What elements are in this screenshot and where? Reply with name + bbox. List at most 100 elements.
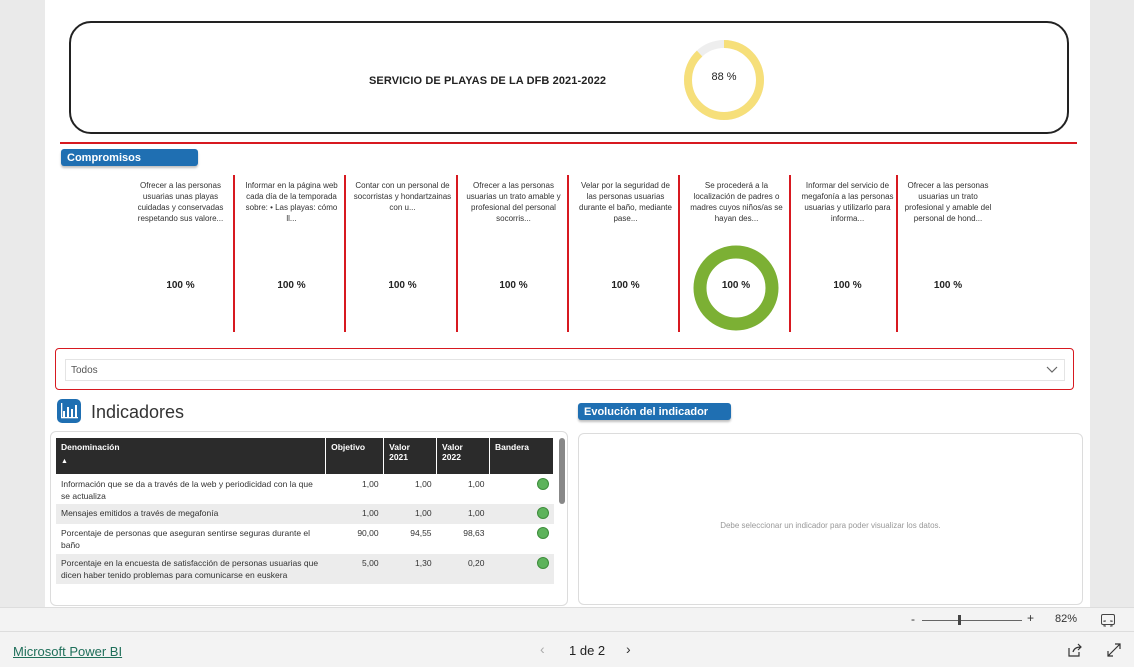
compromiso-separator (233, 175, 235, 332)
cell-objetivo: 1,00 (362, 479, 379, 489)
zoom-slider-thumb[interactable] (957, 615, 961, 625)
cell-valor-2021: 1,00 (383, 504, 437, 524)
compromiso-card[interactable]: Velar por la seguridad de las personas u… (570, 170, 681, 330)
cell-objetivo: 90,00 (357, 528, 379, 538)
column-header-label: 2021 (389, 452, 409, 462)
compromiso-card[interactable]: Informar del servicio de megafonía a las… (792, 170, 903, 330)
compromiso-card[interactable]: Ofrecer a las personas usuarias unas pla… (125, 170, 236, 330)
column-header-label: Objetivo (331, 442, 366, 452)
empty-state-message: Debe seleccionar un indicador para poder… (720, 521, 941, 530)
column-header-valor-2022[interactable]: Valor 2022 (436, 438, 490, 474)
indicadores-title: Indicadores (91, 402, 185, 422)
previous-page-button[interactable]: ‹ (540, 641, 545, 657)
indicadores-table: Denominación ▲ Objetivo Valor 2021 Valor… (56, 438, 554, 584)
power-bi-link[interactable]: Microsoft Power BI (13, 644, 122, 659)
fit-to-page-icon[interactable] (1101, 614, 1115, 627)
share-icon[interactable] (1067, 642, 1083, 658)
column-header-objetivo[interactable]: Objetivo (325, 438, 385, 474)
service-title: SERVICIO DE PLAYAS DE LA DFB 2021-2022 (369, 75, 607, 87)
status-flag-green (536, 478, 549, 490)
table-header-row: Denominación ▲ Objetivo Valor 2021 Valor… (56, 438, 554, 474)
column-header-label: Bandera (495, 442, 530, 452)
sort-ascending-icon[interactable]: ▲ (61, 458, 320, 465)
compromiso-text: Ofrecer a las personas usuarias un trato… (466, 181, 561, 223)
compromiso-value: 100 % (499, 280, 528, 291)
compromiso-card[interactable]: Informar en la página web cada día de la… (236, 170, 347, 330)
compromiso-text: Velar por la seguridad de las personas u… (579, 181, 672, 223)
zoom-in-button[interactable]: + (1027, 611, 1034, 625)
cell-valor-2021: 94,55 (410, 528, 432, 538)
canvas-gutter (1090, 0, 1134, 607)
table-row[interactable]: Porcentaje en la encuesta de satisfacció… (56, 554, 554, 584)
compromiso-value: 100 % (833, 280, 862, 291)
compromiso-value: 100 % (166, 280, 195, 291)
compromiso-text: Informar del servicio de megafonía a las… (801, 181, 894, 223)
zoom-slider-track[interactable] (922, 620, 1022, 621)
table-row[interactable]: Porcentaje de personas que aseguran sent… (56, 524, 554, 554)
cell-valor-2022: 0,20 (436, 554, 490, 584)
table-row[interactable]: Información que se da a través de la web… (56, 474, 554, 504)
compromiso-value: 100 % (933, 280, 963, 291)
compromiso-value: 100 % (277, 280, 306, 291)
cell-objetivo: 1,00 (325, 504, 384, 524)
compromiso-text: Ofrecer a las personas usuarias un trato… (904, 181, 992, 223)
status-flag-green (536, 557, 549, 569)
compromiso-value: 100 % (388, 280, 417, 291)
compromiso-card[interactable]: Ofrecer a las personas usuarias un trato… (898, 170, 1009, 330)
chevron-down-icon[interactable] (1046, 363, 1058, 378)
report-canvas: SERVICIO DE PLAYAS DE LA DFB 2021-2022 8… (45, 0, 1090, 607)
compromiso-value: 100 % (721, 280, 751, 291)
filter-slicer: Todos (55, 348, 1074, 390)
cell-valor-2021: 1,00 (415, 479, 432, 489)
table-row[interactable]: Mensajes emitidos a través de megafonía … (56, 504, 554, 524)
next-page-button[interactable]: › (626, 641, 631, 657)
cell-bandera (489, 504, 554, 524)
column-header-label: 2022 (442, 452, 461, 462)
cell-denominacion: Mensajes emitidos a través de megafonía (56, 504, 326, 524)
compromiso-separator (789, 175, 791, 332)
cell-denominacion: Información que se da a través de la web… (61, 479, 313, 501)
page-indicator: 1 de 2 (569, 643, 606, 658)
cell-denominacion: Porcentaje de personas que aseguran sent… (61, 528, 311, 550)
zoom-out-button[interactable]: - (911, 612, 915, 626)
column-header-denominacion[interactable]: Denominación ▲ (56, 438, 327, 474)
column-header-label: Valor (442, 442, 463, 452)
compromiso-separator (344, 175, 346, 332)
cell-valor-2022: 1,00 (436, 504, 490, 524)
cell-objetivo: 5,00 (325, 554, 384, 584)
compromiso-text: Ofrecer a las personas usuarias unas pla… (137, 181, 224, 223)
cell-valor-2022: 1,00 (467, 479, 485, 489)
filter-selected-value: Todos (71, 365, 98, 376)
column-header-valor-2021[interactable]: Valor 2021 (383, 438, 438, 474)
bar-chart-icon (57, 399, 81, 423)
compromiso-card[interactable]: Contar con un personal de socorristas y … (347, 170, 458, 330)
compromiso-separator (678, 175, 680, 332)
expand-icon[interactable] (1106, 642, 1122, 658)
column-header-bandera[interactable]: Bandera (489, 438, 554, 474)
report-footer: Microsoft Power BI ‹ 1 de 2 › (0, 631, 1134, 667)
cell-bandera (490, 474, 554, 504)
evolucion-label: Evolución del indicador (578, 403, 731, 420)
cell-valor-2022: 98,63 (463, 528, 485, 538)
compromisos-label: Compromisos (61, 149, 198, 166)
filter-dropdown[interactable]: Todos (65, 359, 1065, 381)
cell-bandera (490, 524, 554, 554)
cell-valor-2021: 1,30 (383, 554, 437, 584)
status-flag-green (536, 527, 549, 539)
cell-bandera (489, 554, 554, 584)
zoom-level: 82% (1055, 613, 1078, 625)
section-divider (60, 142, 1077, 144)
compromiso-value: 100 % (611, 280, 640, 291)
overall-gauge-label: 88 % (711, 71, 737, 83)
column-header-label: Denominación (61, 442, 120, 452)
header-card: SERVICIO DE PLAYAS DE LA DFB 2021-2022 8… (69, 21, 1069, 134)
table-scrollbar[interactable] (559, 438, 565, 504)
status-flag-green (536, 507, 549, 519)
zoom-bar: - + 82% (0, 607, 1134, 631)
compromiso-text: Contar con un personal de socorristas y … (353, 181, 452, 212)
compromiso-card[interactable]: Ofrecer a las personas usuarias un trato… (458, 170, 569, 330)
column-header-label: Valor (389, 442, 410, 452)
compromiso-separator (567, 175, 569, 332)
compromiso-text: Se procederá a la localización de padres… (690, 181, 783, 223)
cell-denominacion: Porcentaje en la encuesta de satisfacció… (56, 554, 326, 584)
